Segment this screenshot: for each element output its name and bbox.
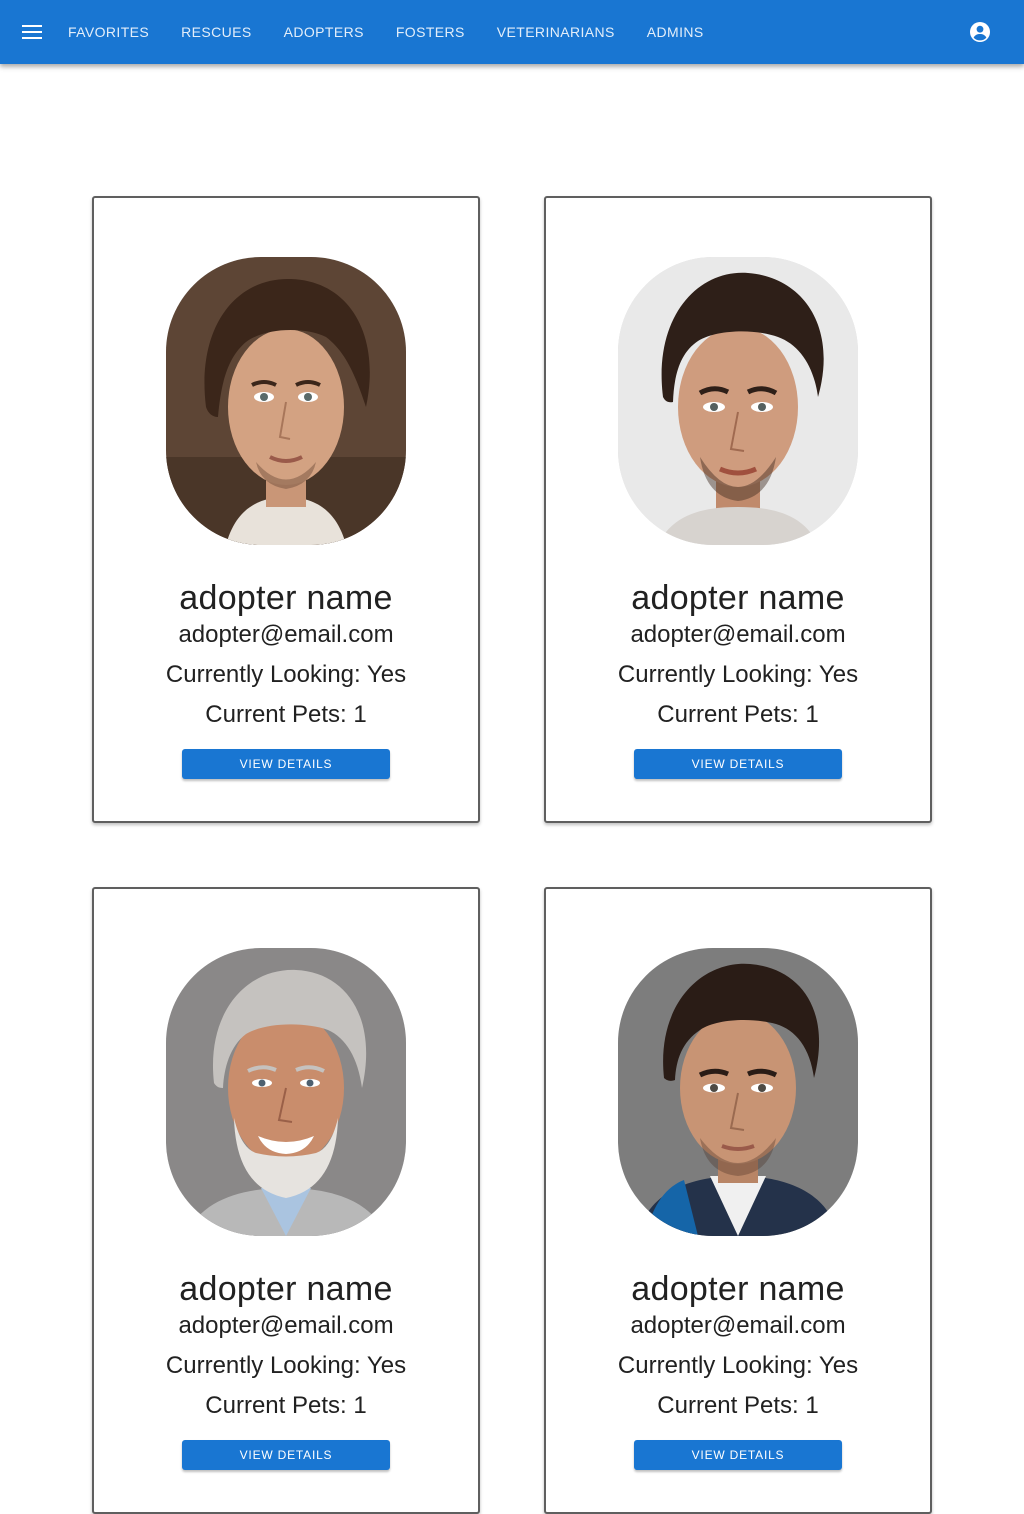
nav-fosters[interactable]: FOSTERS [380, 18, 481, 46]
adopter-card: adopter name adopter@email.com Currently… [544, 196, 932, 823]
adopter-card: adopter name adopter@email.com Currently… [92, 196, 480, 823]
nav-favorites[interactable]: FAVORITES [52, 18, 165, 46]
adopter-looking-status: Currently Looking: Yes [617, 1352, 859, 1379]
adopter-looking-status: Currently Looking: Yes [165, 661, 407, 688]
adopter-photo [618, 257, 858, 545]
adopter-name: adopter name [631, 1270, 845, 1308]
nav-adopters[interactable]: ADOPTERS [268, 18, 380, 46]
adopter-looking-status: Currently Looking: Yes [165, 1352, 407, 1379]
adopter-current-pets: Current Pets: 1 [657, 1392, 819, 1419]
adopter-email: adopter@email.com [178, 1312, 394, 1339]
nav-veterinarians[interactable]: VETERINARIANS [481, 18, 631, 46]
adopter-current-pets: Current Pets: 1 [205, 1392, 367, 1419]
adopter-name: adopter name [631, 579, 845, 617]
adopter-card: adopter name adopter@email.com Currently… [92, 887, 480, 1514]
adopter-email: adopter@email.com [630, 621, 846, 648]
adopter-card: adopter name adopter@email.com Currently… [544, 887, 932, 1514]
app-bar: FAVORITES RESCUES ADOPTERS FOSTERS VETER… [0, 0, 1024, 64]
adopter-current-pets: Current Pets: 1 [205, 701, 367, 728]
hamburger-menu-icon[interactable] [16, 16, 48, 48]
account-circle-icon[interactable] [966, 18, 994, 46]
top-nav: FAVORITES RESCUES ADOPTERS FOSTERS VETER… [52, 0, 720, 64]
adopter-email: adopter@email.com [178, 621, 394, 648]
adopter-email: adopter@email.com [630, 1312, 846, 1339]
adopter-name: adopter name [179, 1270, 393, 1308]
adopter-photo [166, 257, 406, 545]
adopter-current-pets: Current Pets: 1 [657, 701, 819, 728]
adopter-card-grid: adopter name adopter@email.com Currently… [92, 196, 932, 1514]
view-details-button[interactable]: VIEW DETAILS [182, 1440, 390, 1470]
view-details-button[interactable]: VIEW DETAILS [634, 749, 842, 779]
adopter-photo [166, 948, 406, 1236]
nav-rescues[interactable]: RESCUES [165, 18, 267, 46]
adopter-looking-status: Currently Looking: Yes [617, 661, 859, 688]
view-details-button[interactable]: VIEW DETAILS [634, 1440, 842, 1470]
adopter-photo [618, 948, 858, 1236]
adopter-name: adopter name [179, 579, 393, 617]
nav-admins[interactable]: ADMINS [631, 18, 720, 46]
view-details-button[interactable]: VIEW DETAILS [182, 749, 390, 779]
